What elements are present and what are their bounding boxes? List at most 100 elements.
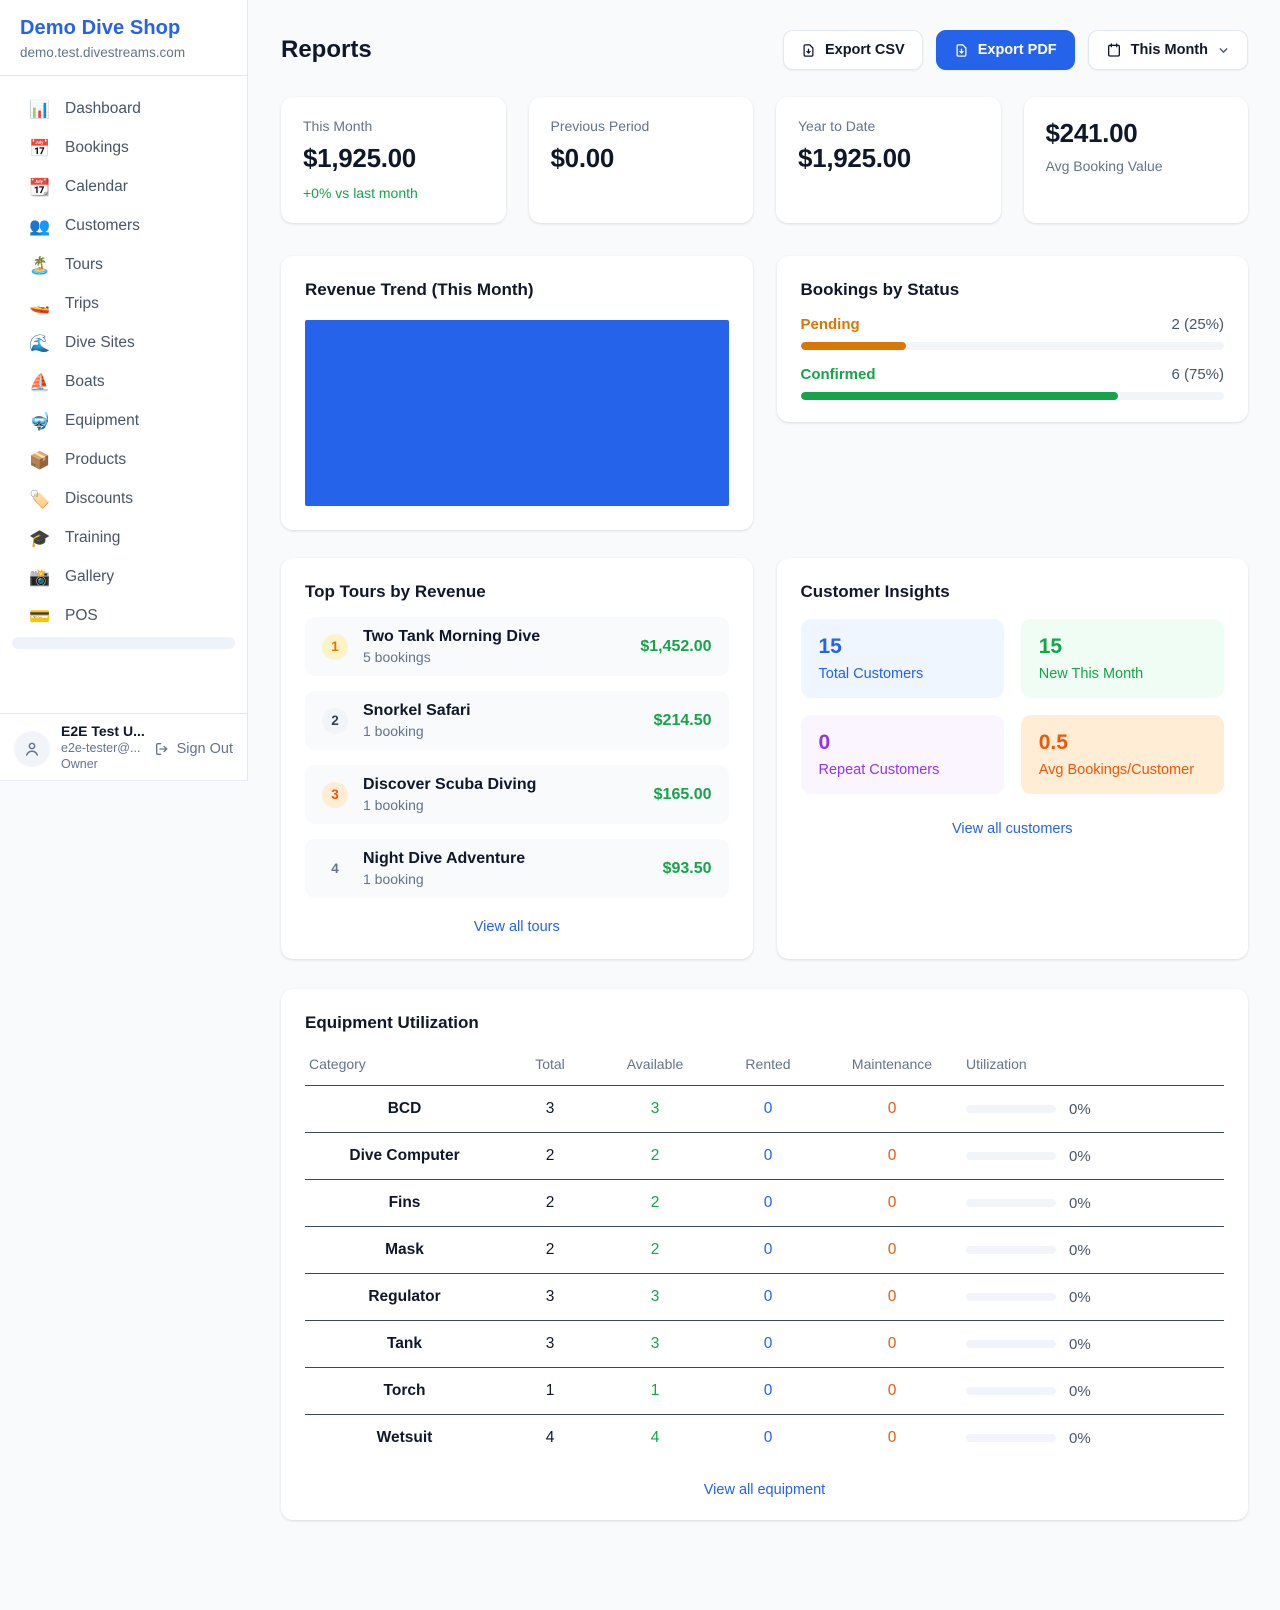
utilization-bar [966, 1387, 1056, 1395]
gallery-camera-icon: 📸 [29, 569, 50, 586]
stat-card-avg-booking-value: $241.00 Avg Booking Value [1024, 97, 1249, 223]
sidebar: Demo Dive Shop demo.test.divestreams.com… [0, 0, 248, 781]
stat-value: $1,925.00 [798, 143, 979, 174]
tile-label: Avg Bookings/Customer [1039, 762, 1206, 778]
view-all-customers-link[interactable]: View all customers [801, 821, 1225, 837]
dive-sites-wave-icon: 🌊 [29, 335, 50, 352]
sidebar-item-dive-sites[interactable]: 🌊 Dive Sites [12, 325, 235, 361]
sidebar-item-reports-partial[interactable] [12, 637, 235, 649]
user-meta: E2E Test U... e2e-tester@... Owner [61, 723, 143, 771]
sidebar-item-dashboard[interactable]: 📊 Dashboard [12, 91, 235, 127]
status-label: Pending [801, 316, 860, 333]
sidebar-item-boats[interactable]: ⛵ Boats [12, 364, 235, 400]
equip-available: 3 [596, 1274, 714, 1321]
avatar [14, 731, 50, 767]
tour-bookings: 1 booking [363, 723, 471, 739]
utilization-pct: 0% [1069, 1383, 1091, 1400]
equipment-utilization-title: Equipment Utilization [305, 1013, 1224, 1033]
rank-badge: 2 [322, 708, 348, 734]
bookings-by-status-card: Bookings by Status Pending 2 (25%) Confi… [777, 256, 1249, 422]
sidebar-item-discounts[interactable]: 🏷️ Discounts [12, 481, 235, 517]
sidebar-item-customers[interactable]: 👥 Customers [12, 208, 235, 244]
sign-out-button[interactable]: Sign Out [154, 741, 233, 757]
sidebar-item-label: Calendar [65, 178, 128, 196]
equip-rented: 0 [714, 1274, 822, 1321]
equip-utilization: 0% [962, 1321, 1224, 1368]
tile-label: Total Customers [819, 666, 986, 682]
sign-out-icon [154, 741, 170, 757]
user-panel: E2E Test U... e2e-tester@... Owner Sign … [0, 713, 247, 780]
equip-total: 4 [504, 1415, 596, 1462]
equip-rented: 0 [714, 1321, 822, 1368]
sidebar-item-equipment[interactable]: 🤿 Equipment [12, 403, 235, 439]
tile-new-this-month: 15 New This Month [1021, 619, 1224, 698]
products-package-icon: 📦 [29, 452, 50, 469]
column-header-category: Category [305, 1048, 504, 1086]
bookings-by-status-title: Bookings by Status [801, 280, 1225, 300]
utilization-pct: 0% [1069, 1195, 1091, 1212]
tours-island-icon: 🏝️ [29, 257, 50, 274]
page-header: Reports Export CSV Expor [281, 30, 1248, 70]
equipment-table: Category Total Available Rented Maintena… [305, 1048, 1224, 1461]
sidebar-item-pos[interactable]: 💳 POS [12, 598, 235, 634]
equip-total: 2 [504, 1180, 596, 1227]
equip-available: 2 [596, 1133, 714, 1180]
equip-utilization: 0% [962, 1086, 1224, 1133]
charts-row: Revenue Trend (This Month) Bookings by S… [281, 256, 1248, 530]
sidebar-item-trips[interactable]: 🚤 Trips [12, 286, 235, 322]
stats-row: This Month $1,925.00 +0% vs last month P… [281, 97, 1248, 223]
tile-avg-bookings-customer: 0.5 Avg Bookings/Customer [1021, 715, 1224, 794]
sidebar-item-label: Equipment [65, 412, 139, 430]
sidebar-item-gallery[interactable]: 📸 Gallery [12, 559, 235, 595]
export-csv-label: Export CSV [825, 42, 905, 58]
equip-total: 2 [504, 1227, 596, 1274]
file-download-icon [954, 43, 969, 58]
column-header-utilization: Utilization [962, 1048, 1224, 1086]
sign-out-label: Sign Out [177, 741, 233, 757]
app-root: Demo Dive Shop demo.test.divestreams.com… [0, 0, 1280, 1610]
equip-category: Wetsuit [305, 1415, 504, 1462]
utilization-pct: 0% [1069, 1336, 1091, 1353]
equip-category: Regulator [305, 1274, 504, 1321]
sidebar-nav: 📊 Dashboard 📅 Bookings 📆 Calendar 👥 Cust… [0, 76, 247, 713]
equip-category: Fins [305, 1180, 504, 1227]
equip-maintenance: 0 [822, 1133, 962, 1180]
equip-maintenance: 0 [822, 1274, 962, 1321]
column-header-available: Available [596, 1048, 714, 1086]
export-csv-button[interactable]: Export CSV [783, 30, 923, 70]
sidebar-item-label: Bookings [65, 139, 129, 157]
sidebar-item-tours[interactable]: 🏝️ Tours [12, 247, 235, 283]
equip-rented: 0 [714, 1133, 822, 1180]
period-dropdown[interactable]: This Month [1088, 30, 1248, 70]
revenue-trend-card: Revenue Trend (This Month) [281, 256, 753, 530]
equip-available: 4 [596, 1415, 714, 1462]
stat-value: $241.00 [1046, 118, 1227, 149]
export-pdf-label: Export PDF [978, 42, 1057, 58]
table-row: Torch 1 1 0 0 0% [305, 1368, 1224, 1415]
status-bar-fill [801, 392, 1119, 400]
tile-repeat-customers: 0 Repeat Customers [801, 715, 1004, 794]
sidebar-item-label: Trips [65, 295, 99, 313]
page-title: Reports [281, 36, 372, 64]
stat-value: $1,925.00 [303, 143, 484, 174]
sidebar-item-calendar[interactable]: 📆 Calendar [12, 169, 235, 205]
tile-value: 0 [819, 731, 986, 755]
sidebar-item-products[interactable]: 📦 Products [12, 442, 235, 478]
view-all-equipment-link[interactable]: View all equipment [305, 1482, 1224, 1498]
equip-rented: 0 [714, 1368, 822, 1415]
main-content: Reports Export CSV Expor [249, 0, 1280, 1565]
export-pdf-button[interactable]: Export PDF [936, 30, 1075, 70]
table-row: BCD 3 3 0 0 0% [305, 1086, 1224, 1133]
dashboard-chart-icon: 📊 [29, 101, 50, 118]
table-row: Regulator 3 3 0 0 0% [305, 1274, 1224, 1321]
utilization-pct: 0% [1069, 1289, 1091, 1306]
discounts-tag-icon: 🏷️ [29, 491, 50, 508]
equip-rented: 0 [714, 1415, 822, 1462]
status-count: 2 (25%) [1171, 316, 1224, 333]
sidebar-item-bookings[interactable]: 📅 Bookings [12, 130, 235, 166]
sidebar-item-label: Products [65, 451, 126, 469]
insight-tiles: 15 Total Customers 15 New This Month 0 R… [801, 619, 1225, 794]
tour-amount: $165.00 [654, 786, 712, 804]
view-all-tours-link[interactable]: View all tours [305, 919, 729, 935]
sidebar-item-training[interactable]: 🎓 Training [12, 520, 235, 556]
